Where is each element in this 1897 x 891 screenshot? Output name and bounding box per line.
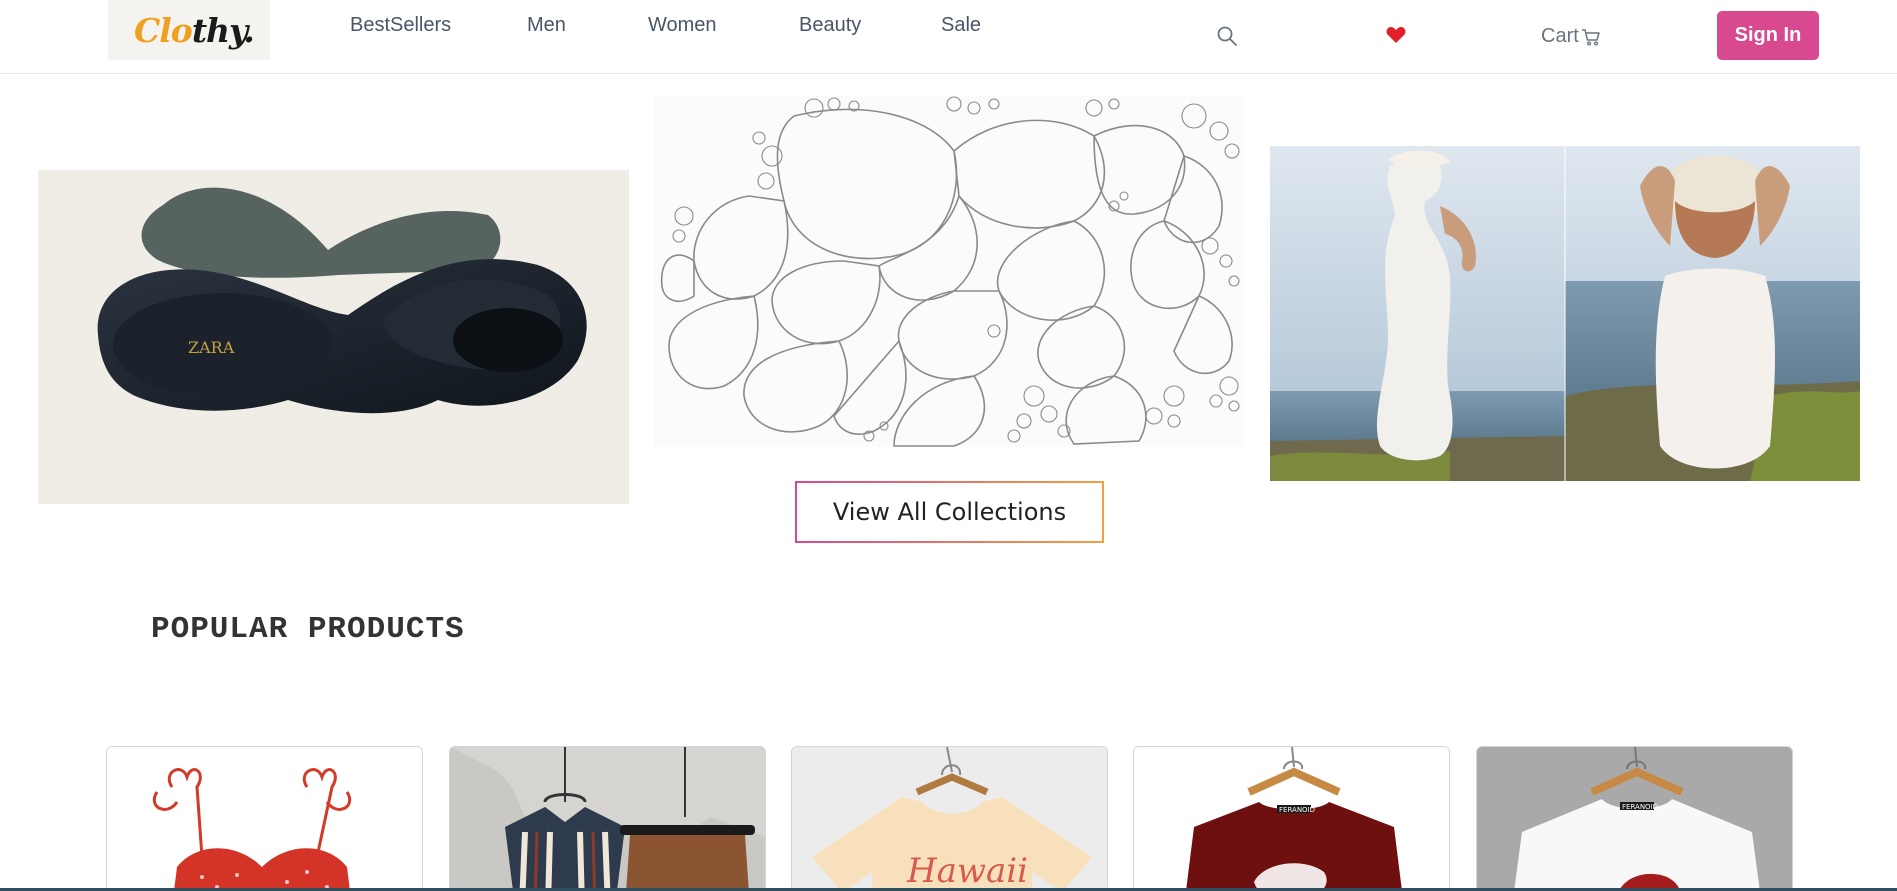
shopping-cart-icon [1581,28,1600,46]
nav-item-beauty[interactable]: Beauty [799,14,861,37]
search-icon[interactable] [1216,25,1238,47]
product-card-striped-shirt-set[interactable] [449,746,766,891]
product-image [450,747,765,891]
beach-models-photo [1270,146,1860,481]
product-image: FERANOID [1477,747,1792,891]
feranoid-tag: FERANOID [1279,806,1315,814]
site-header: Clothy. BestSellers Men Women Beauty Sal… [0,0,1897,74]
hero-image-bubbles[interactable] [654,96,1245,447]
product-image: Hawaii [792,747,1107,891]
hero-image-shoe[interactable]: ZARA [38,170,629,504]
sign-in-button[interactable]: Sign In [1717,11,1819,60]
nav-item-bestsellers[interactable]: BestSellers [350,14,451,37]
view-all-collections-button[interactable]: View All Collections [795,481,1104,543]
section-title-popular-products: POPULAR PRODUCTS [151,612,465,647]
nav-item-men[interactable]: Men [527,14,566,37]
zara-brand-mark: ZARA [188,338,235,357]
product-image: FERANOID [1134,747,1449,891]
product-card-hawaii-tshirt[interactable]: Hawaii [791,746,1108,891]
feranoid-tag: FERANOID [1622,803,1658,811]
logo[interactable]: Clothy. [108,0,270,60]
sandal-illustration: ZARA [38,170,629,504]
product-card-white-tshirt[interactable]: FERANOID [1476,746,1793,891]
product-image [107,747,422,891]
heart-icon[interactable] [1386,26,1406,44]
logo-text: Clothy. [134,10,255,50]
nav-item-women[interactable]: Women [648,14,717,37]
hero-image-models[interactable] [1270,146,1860,481]
nav-item-sale[interactable]: Sale [941,14,981,37]
cart-link[interactable]: Cart [1541,25,1601,48]
cart-label: Cart [1541,25,1579,47]
bubble-line-art [654,96,1245,447]
product-card-maroon-tshirt[interactable]: FERANOID [1133,746,1450,891]
hawaii-print-text: Hawaii [906,851,1028,891]
product-card-red-floral-top[interactable] [106,746,423,891]
